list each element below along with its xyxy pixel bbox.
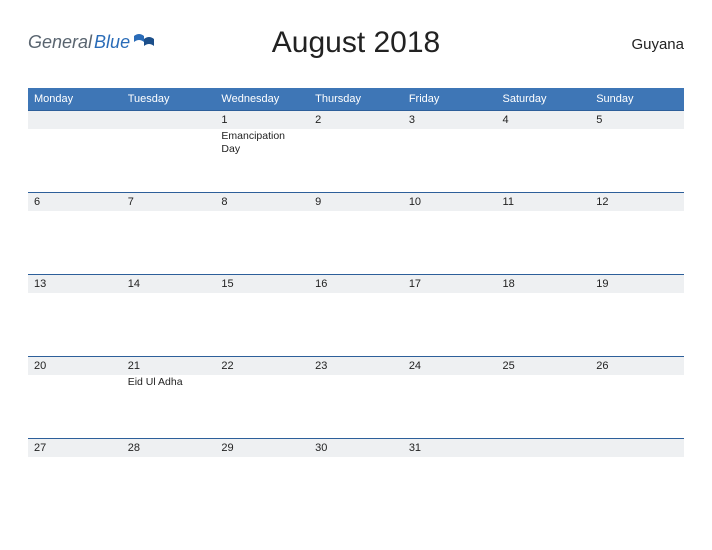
date-number: 16 [309,275,403,293]
calendar-grid: Monday Tuesday Wednesday Thursday Friday… [28,88,684,521]
brand-logo: General Blue [28,32,154,53]
day-cell: 19 [590,275,684,357]
date-number: 7 [122,193,216,211]
day-cell: 15 [215,275,309,357]
date-number: 21 [122,357,216,375]
weekday-header: Saturday [497,88,591,111]
day-cell: 4 [497,111,591,193]
date-number: 27 [28,439,122,457]
date-number: 5 [590,111,684,129]
week-row: 13 14 15 16 17 18 19 [28,275,684,357]
date-number: 1 [215,111,309,129]
weekday-header: Thursday [309,88,403,111]
week-row: 27 28 29 30 31 [28,439,684,521]
day-cell: 13 [28,275,122,357]
day-cell: 11 [497,193,591,275]
day-cell: 22 [215,357,309,439]
day-cell [497,439,591,521]
day-cell: 12 [590,193,684,275]
date-number: 4 [497,111,591,129]
day-cell: 16 [309,275,403,357]
date-number: 31 [403,439,497,457]
date-number [590,439,684,457]
day-cell: 26 [590,357,684,439]
date-number: 13 [28,275,122,293]
week-row: 6 7 8 9 10 11 12 [28,193,684,275]
date-number: 30 [309,439,403,457]
day-cell [590,439,684,521]
date-number: 12 [590,193,684,211]
weekday-header: Friday [403,88,497,111]
date-number: 15 [215,275,309,293]
day-cell: 30 [309,439,403,521]
day-cell: 10 [403,193,497,275]
date-number: 18 [497,275,591,293]
date-number: 6 [28,193,122,211]
logo-text-blue: Blue [94,32,130,53]
header: General Blue August 2018 Guyana [28,18,684,78]
day-cell: 28 [122,439,216,521]
day-cell: 31 [403,439,497,521]
week-row: 1Emancipation Day 2 3 4 5 [28,111,684,193]
globe-flag-icon [134,32,154,50]
date-number: 14 [122,275,216,293]
date-number: 17 [403,275,497,293]
day-cell: 8 [215,193,309,275]
date-number: 10 [403,193,497,211]
date-number: 26 [590,357,684,375]
date-number: 2 [309,111,403,129]
day-cell: 18 [497,275,591,357]
region-label: Guyana [631,36,684,53]
day-cell: 9 [309,193,403,275]
logo-text-general: General [28,32,92,53]
date-number: 22 [215,357,309,375]
weekday-header-row: Monday Tuesday Wednesday Thursday Friday… [28,88,684,111]
date-number: 19 [590,275,684,293]
day-cell: 17 [403,275,497,357]
day-cell: 3 [403,111,497,193]
day-cell: 23 [309,357,403,439]
weekday-header: Wednesday [215,88,309,111]
day-cell: 1Emancipation Day [215,111,309,193]
day-cell: 20 [28,357,122,439]
day-cell [28,111,122,193]
date-number [122,111,216,129]
day-cell: 7 [122,193,216,275]
day-cell: 14 [122,275,216,357]
date-number: 3 [403,111,497,129]
date-number: 8 [215,193,309,211]
day-cell: 21Eid Ul Adha [122,357,216,439]
week-row: 20 21Eid Ul Adha 22 23 24 25 26 [28,357,684,439]
weekday-header: Monday [28,88,122,111]
date-number [497,439,591,457]
day-cell [122,111,216,193]
day-cell: 29 [215,439,309,521]
day-cell: 25 [497,357,591,439]
event-label: Eid Ul Adha [122,375,216,389]
date-number: 28 [122,439,216,457]
date-number: 9 [309,193,403,211]
event-label: Emancipation Day [215,129,309,155]
day-cell: 2 [309,111,403,193]
day-cell: 6 [28,193,122,275]
day-cell: 27 [28,439,122,521]
date-number: 23 [309,357,403,375]
date-number: 11 [497,193,591,211]
date-number [28,111,122,129]
date-number: 29 [215,439,309,457]
date-number: 25 [497,357,591,375]
date-number: 24 [403,357,497,375]
weekday-header: Tuesday [122,88,216,111]
day-cell: 5 [590,111,684,193]
day-cell: 24 [403,357,497,439]
weekday-header: Sunday [590,88,684,111]
date-number: 20 [28,357,122,375]
page-title: August 2018 [272,26,440,60]
